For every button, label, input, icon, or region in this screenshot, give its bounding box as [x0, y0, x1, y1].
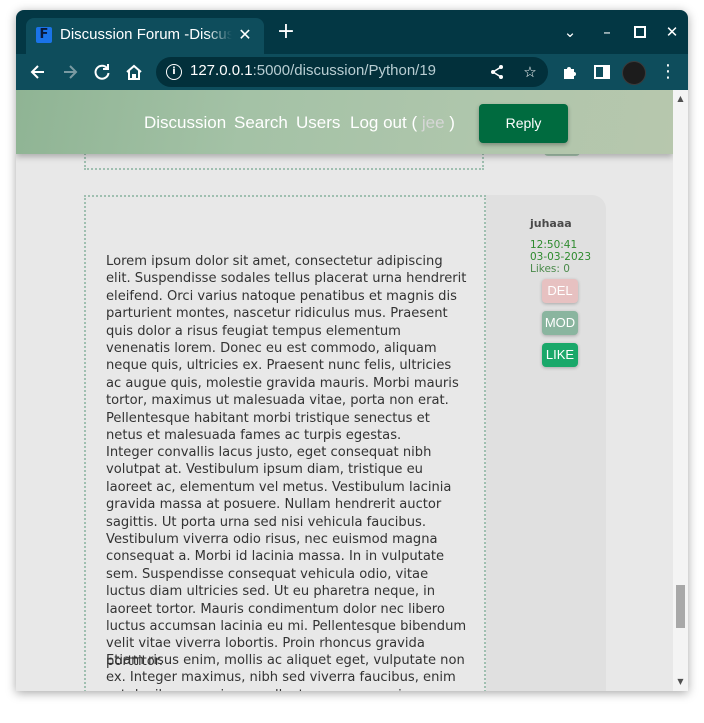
tab-search-chevron-icon[interactable]: ⌄ [560, 22, 580, 42]
forward-icon[interactable] [58, 60, 82, 84]
page-viewport: Discussion Search Users Log out ( jee ) … [16, 90, 673, 691]
reload-icon[interactable] [90, 60, 114, 84]
post-paragraph-2: Integer convallis lacus justo, eget cons… [106, 445, 467, 669]
maximize-icon[interactable] [630, 22, 650, 42]
post-date: 03-03-2023 [530, 251, 592, 263]
page-scrollbar[interactable]: ▲ ▼ [673, 90, 688, 691]
nav-search[interactable]: Search [234, 112, 288, 134]
browser-tab[interactable]: F Discussion Forum -Discussion ✕ [26, 18, 264, 54]
tab-strip: F Discussion Forum -Discussion ✕ + ⌄ – ✕ [16, 10, 688, 54]
delete-button[interactable]: DEL [542, 279, 578, 303]
scroll-down-arrow-icon[interactable]: ▼ [673, 675, 688, 689]
post-author[interactable]: juhaaa [530, 217, 572, 230]
post-body: Lorem ipsum dolor sit amet, consectetur … [84, 195, 486, 691]
tab-title: Discussion Forum -Discussion [60, 26, 232, 43]
nav-discussion[interactable]: Discussion [144, 112, 226, 134]
logout-close-paren: ) [449, 113, 455, 132]
forum-favicon-icon: F [36, 27, 52, 43]
new-tab-icon[interactable]: + [276, 21, 296, 43]
post-paragraph-3: Etiam risus enim, mollis ac aliquet eget… [106, 653, 465, 691]
logged-in-user: jee [417, 113, 450, 132]
url-host: 127.0.0.1 [190, 62, 253, 79]
side-panel-icon[interactable] [590, 60, 614, 84]
reply-button[interactable]: Reply [479, 104, 568, 143]
share-icon[interactable] [486, 61, 508, 83]
back-icon[interactable] [26, 60, 50, 84]
nav-users[interactable]: Users [296, 112, 340, 134]
scroll-up-arrow-icon[interactable]: ▲ [673, 92, 688, 106]
browser-toolbar: i 127.0.0.1:5000/discussion/Python/19 ☆ … [16, 54, 688, 90]
menu-icon[interactable]: ⋮ [656, 60, 680, 84]
modify-button[interactable]: MOD [542, 311, 578, 335]
close-window-icon[interactable]: ✕ [662, 22, 682, 42]
close-tab-icon[interactable]: ✕ [236, 26, 254, 44]
logout-label: Log out ( [350, 113, 418, 132]
profile-avatar[interactable] [622, 61, 646, 85]
like-button[interactable]: LIKE [542, 343, 578, 367]
site-header: Discussion Search Users Log out ( jee ) … [16, 90, 673, 154]
url-text[interactable]: 127.0.0.1:5000/discussion/Python/19 [190, 62, 436, 82]
post-likes: Likes: 0 [530, 263, 570, 275]
address-bar[interactable]: i 127.0.0.1:5000/discussion/Python/19 ☆ [156, 57, 548, 87]
url-path: :5000/discussion/Python/19 [252, 62, 437, 79]
home-icon[interactable] [122, 60, 146, 84]
site-info-icon[interactable]: i [166, 64, 182, 80]
nav-logout[interactable]: Log out ( jee ) [350, 112, 455, 134]
scrollbar-thumb[interactable] [676, 585, 685, 628]
extensions-icon[interactable] [558, 60, 582, 84]
post-card: Lorem ipsum dolor sit amet, consectetur … [84, 195, 606, 691]
bookmark-star-icon[interactable]: ☆ [519, 61, 541, 83]
post-paragraph-1: Lorem ipsum dolor sit amet, consectetur … [106, 254, 467, 444]
browser-window: F Discussion Forum -Discussion ✕ + ⌄ – ✕… [16, 10, 688, 691]
minimize-icon[interactable]: – [597, 22, 617, 42]
post-time: 12:50:41 [530, 239, 578, 251]
